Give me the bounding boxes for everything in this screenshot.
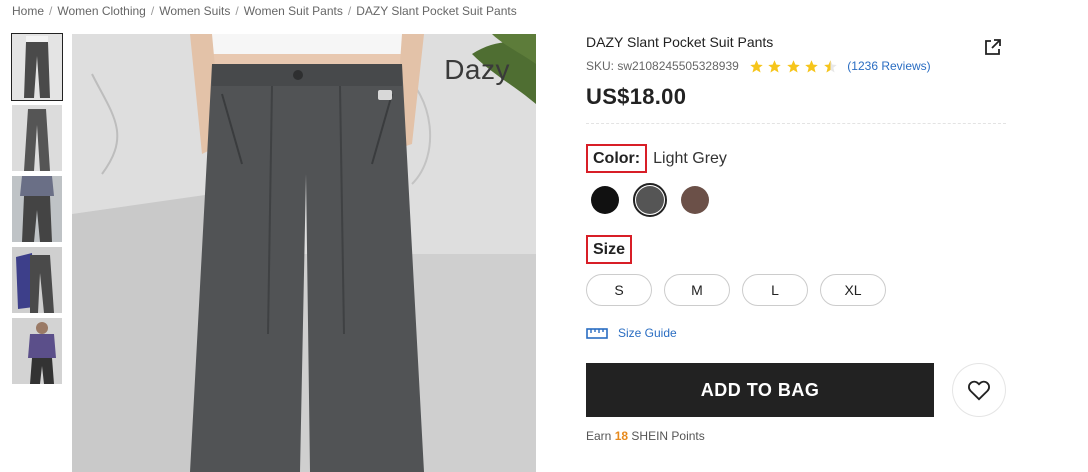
breadcrumb-separator: /: [150, 4, 155, 18]
sku-rating-row: SKU: sw2108245505328939 (1236 Reviews): [586, 58, 1006, 74]
size-options: S M L XL: [586, 274, 1006, 306]
thumbnail-3[interactable]: [12, 176, 62, 242]
size-option-l[interactable]: L: [742, 274, 808, 306]
heart-icon: [968, 380, 991, 401]
purchase-actions: ADD TO BAG: [586, 363, 1006, 417]
breadcrumb-separator: /: [347, 4, 352, 18]
selected-color-value: Light Grey: [653, 149, 727, 167]
star-icon: [750, 59, 763, 72]
breadcrumb-women-clothing[interactable]: Women Clothing: [57, 4, 146, 18]
add-to-bag-button[interactable]: ADD TO BAG: [586, 363, 935, 417]
star-icon: [805, 59, 819, 72]
size-option-xl[interactable]: XL: [820, 274, 886, 306]
main-product-image[interactable]: Dazy: [72, 34, 536, 472]
color-swatch-light-grey[interactable]: [633, 183, 667, 217]
size-guide-link[interactable]: Size Guide: [586, 326, 1006, 340]
wishlist-button[interactable]: [952, 363, 1006, 417]
points-value: 18: [614, 429, 629, 443]
thumbnail-4[interactable]: [12, 247, 62, 313]
thumbnail-2[interactable]: [12, 105, 62, 171]
size-option-m[interactable]: M: [664, 274, 730, 306]
breadcrumb-current: DAZY Slant Pocket Suit Pants: [356, 4, 517, 18]
star-icon: [768, 59, 782, 72]
breadcrumb: Home / Women Clothing / Women Suits / Women…: [12, 2, 517, 20]
color-label: Color:: [586, 144, 648, 173]
brand-watermark: Dazy: [444, 54, 510, 85]
thumbnail-1[interactable]: [11, 33, 63, 101]
breadcrumb-home[interactable]: Home: [12, 4, 44, 18]
points-prefix: Earn: [586, 429, 612, 443]
breadcrumb-women-suits[interactable]: Women Suits: [159, 4, 230, 18]
points-suffix: SHEIN Points: [631, 429, 705, 443]
divider: [586, 123, 1006, 124]
breadcrumb-separator: /: [49, 4, 53, 18]
ruler-icon: [586, 328, 608, 339]
star-rating: [749, 59, 842, 74]
breadcrumb-women-suit-pants[interactable]: Women Suit Pants: [244, 4, 343, 18]
thumbnail-list: [11, 33, 63, 389]
color-swatch-black[interactable]: [588, 183, 622, 217]
color-swatches: [588, 183, 1006, 217]
star-half-icon: [824, 59, 837, 72]
swatch-fill: [591, 186, 619, 214]
share-icon[interactable]: [984, 38, 1002, 56]
swatch-fill: [681, 186, 709, 214]
product-price: US$18.00: [586, 84, 687, 109]
reviews-link[interactable]: (1236 Reviews): [847, 59, 930, 73]
product-info-panel: DAZY Slant Pocket Suit Pants SKU: sw2108…: [586, 34, 1006, 443]
size-option-s[interactable]: S: [586, 274, 652, 306]
size-guide-label: Size Guide: [618, 326, 677, 340]
shein-points: Earn 18 SHEIN Points: [586, 429, 1006, 443]
product-title: DAZY Slant Pocket Suit Pants: [586, 34, 774, 50]
color-swatch-brown[interactable]: [678, 183, 712, 217]
size-row: Size: [586, 235, 1006, 264]
size-label: Size: [586, 235, 633, 264]
swatch-fill: [636, 186, 664, 214]
color-row: Color: Light Grey: [586, 144, 1006, 173]
breadcrumb-separator: /: [235, 4, 239, 18]
star-icon: [787, 59, 800, 72]
thumbnail-5[interactable]: [12, 318, 62, 384]
sku: SKU: sw2108245505328939: [586, 59, 739, 73]
